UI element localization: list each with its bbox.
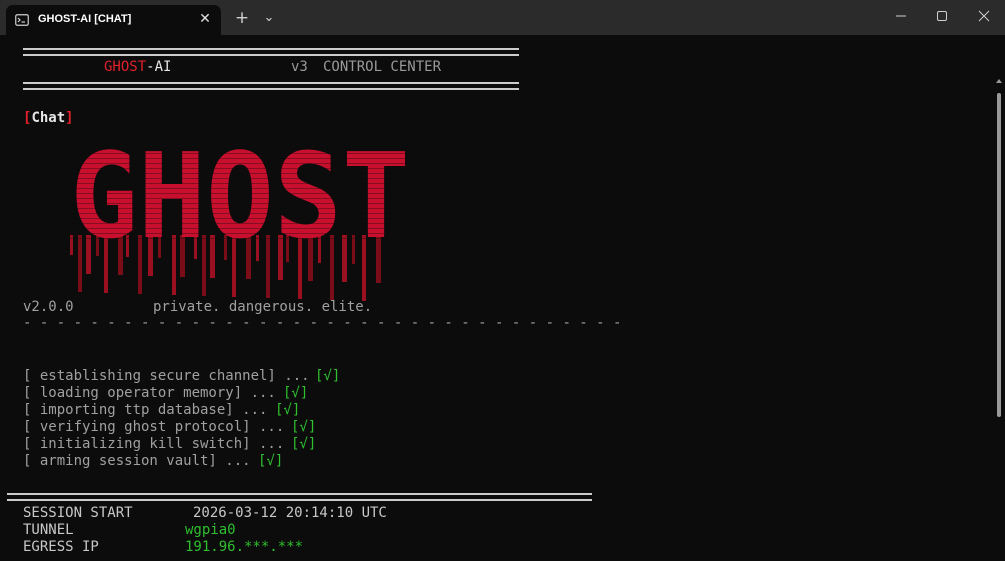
ghost-scanline	[60, 238, 420, 239]
boot-step-status: [√]	[283, 385, 309, 401]
ghost-scanline	[60, 163, 420, 164]
egress-ip-label: EGRESS IP	[23, 539, 99, 555]
session-rule	[7, 493, 592, 501]
title-bar: GHOST-AI [CHAT] ✕ + ⌄	[0, 0, 1005, 35]
tab-ghost-ai-chat[interactable]: GHOST-AI [CHAT] ✕	[6, 5, 221, 35]
brand-ghost: GHOST	[104, 59, 147, 75]
boot-step-status: [√]	[315, 368, 341, 384]
tab-dropdown-button[interactable]: ⌄	[261, 10, 277, 26]
ghost-scanline	[60, 213, 420, 214]
ghost-ascii-art: GHOST	[60, 141, 420, 301]
ghost-scanline	[60, 153, 420, 154]
ghost-scanline	[60, 198, 420, 199]
ghost-scanline	[60, 178, 420, 179]
app-brand: GHOST-AI	[104, 59, 171, 76]
tunnel-value: wgpia0	[185, 522, 236, 538]
scroll-up-arrow-icon[interactable]	[995, 77, 1003, 85]
ghost-scanline	[60, 203, 420, 204]
ghost-scanline	[60, 193, 420, 194]
mode-indicator: [Chat]	[23, 110, 74, 126]
ghost-scanline	[60, 233, 420, 234]
ghost-scanline	[60, 188, 420, 189]
ghost-scanline	[60, 168, 420, 169]
terminal-output[interactable]: GHOST-AI v3 CONTROL CENTER [Chat] GHOST …	[0, 35, 1005, 561]
boot-step-text: [ initializing kill switch] ...	[23, 436, 285, 452]
tab-title: GHOST-AI [CHAT]	[38, 13, 132, 25]
boot-step-text: [ establishing secure channel] ...	[23, 368, 310, 384]
tunnel-label: TUNNEL	[23, 522, 74, 538]
header-rule-top	[23, 48, 519, 56]
maximize-icon[interactable]	[930, 6, 954, 26]
boot-step-text: [ arming session vault] ...	[23, 453, 251, 469]
tagline: private. dangerous. elite.	[153, 299, 373, 315]
ghost-scanline	[60, 208, 420, 209]
boot-step-status: [√]	[275, 402, 301, 418]
header-rule-bottom	[23, 82, 519, 90]
boot-step-status: [√]	[258, 453, 284, 469]
app-version: v2.0.0	[23, 299, 74, 315]
ghost-scanline	[60, 173, 420, 174]
ghost-scanline	[60, 218, 420, 219]
new-tab-button[interactable]: +	[234, 10, 250, 27]
ghost-scanline	[60, 148, 420, 149]
boot-step-text: [ verifying ghost protocol] ...	[23, 419, 285, 435]
tab-close-icon[interactable]: ✕	[196, 10, 214, 28]
version-tag: v3	[291, 59, 308, 75]
control-center-title: CONTROL CENTER	[323, 59, 442, 75]
ghost-scanline	[60, 228, 420, 229]
session-start-label: SESSION START	[23, 505, 133, 521]
ghost-scanline	[60, 143, 420, 144]
boot-step-status: [√]	[291, 419, 317, 435]
scrollbar-thumb[interactable]	[997, 93, 1001, 417]
dashed-divider: - - - - - - - - - - - - - - - - - - - - …	[23, 315, 622, 331]
brand-ai: -AI	[146, 59, 172, 75]
boot-step-status: [√]	[291, 436, 317, 452]
boot-step-text: [ importing ttp database] ...	[23, 402, 268, 418]
ghost-scanline	[60, 158, 420, 159]
session-start-value: 2026-03-12 20:14:10 UTC	[193, 505, 387, 521]
close-window-icon[interactable]	[972, 6, 996, 26]
ghost-scanline	[60, 183, 420, 184]
terminal-icon	[15, 14, 29, 26]
minimize-icon[interactable]	[889, 6, 913, 26]
ghost-scanline	[60, 223, 420, 224]
egress-ip-value: 191.96.***.***	[185, 539, 304, 555]
boot-step-text: [ loading operator memory] ...	[23, 385, 276, 401]
